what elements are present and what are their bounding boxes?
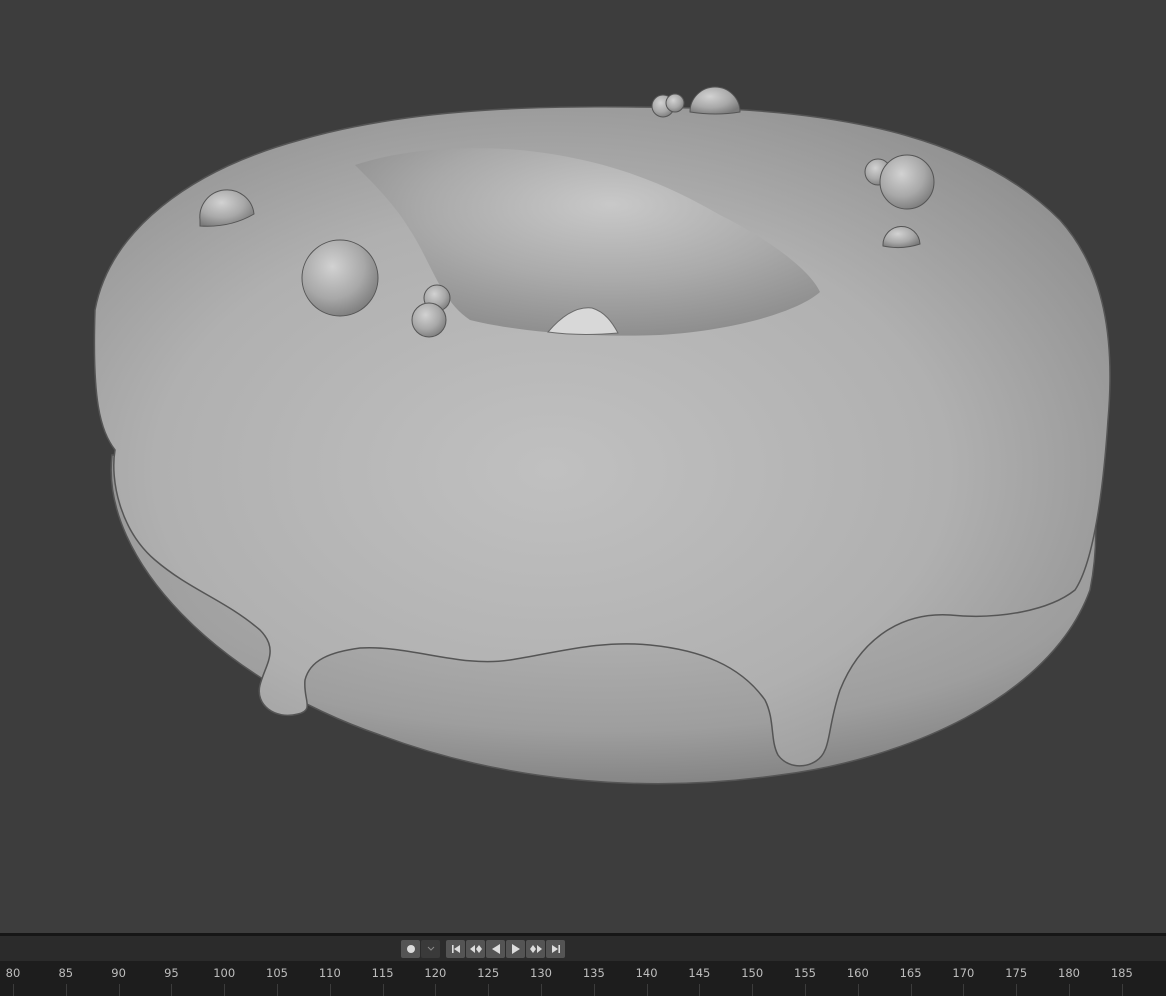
ruler-label: 155 — [794, 966, 816, 980]
ruler-tick — [488, 984, 490, 996]
ruler-tick — [224, 984, 226, 996]
ruler-tick — [805, 984, 806, 996]
ruler-label: 80 — [5, 966, 21, 980]
ruler-tick — [118, 984, 120, 996]
play-reverse-icon[interactable] — [486, 940, 505, 958]
ruler-tick — [857, 984, 859, 996]
ruler-label: 95 — [164, 966, 179, 980]
ruler-tick — [329, 984, 331, 996]
ruler-tick — [752, 984, 754, 996]
ruler-label: 170 — [952, 966, 975, 980]
ruler-tick — [593, 984, 595, 996]
donut-model[interactable] — [0, 0, 1166, 933]
ruler-label: 165 — [899, 966, 922, 980]
ruler-tick — [646, 984, 648, 996]
ruler-tick — [1069, 984, 1070, 996]
ruler-label: 160 — [846, 966, 869, 980]
play-icon[interactable] — [506, 940, 525, 958]
ruler-label: 135 — [582, 966, 605, 980]
ruler-tick — [1016, 984, 1018, 996]
ruler-label: 185 — [1110, 966, 1133, 980]
ruler-label: 130 — [530, 966, 552, 980]
ruler-tick — [277, 984, 278, 996]
ruler-tick — [171, 984, 173, 996]
ruler-label: 140 — [635, 966, 658, 980]
jump-to-keyframe-prev-icon[interactable] — [466, 940, 485, 958]
ruler-label: 110 — [318, 966, 341, 980]
ruler-tick — [910, 984, 912, 996]
chevron-down-icon[interactable] — [421, 940, 440, 958]
ruler-label: 115 — [371, 966, 394, 980]
jump-to-keyframe-next-icon[interactable] — [526, 940, 545, 958]
timeline-header — [0, 936, 1166, 961]
ruler-tick — [1121, 984, 1123, 996]
ruler-label: 145 — [688, 966, 711, 980]
ruler-label: 125 — [477, 966, 500, 980]
ruler-label: 150 — [741, 966, 764, 980]
ruler-label: 100 — [213, 966, 236, 980]
ruler-label: 120 — [424, 966, 447, 980]
ruler-tick — [382, 984, 384, 996]
ruler-label: 180 — [1058, 966, 1080, 980]
ruler-tick — [541, 984, 542, 996]
jump-to-start-icon[interactable] — [446, 940, 465, 958]
ruler-tick — [65, 984, 67, 996]
ruler-label: 85 — [58, 966, 74, 980]
ruler-tick — [13, 984, 14, 996]
ruler-tick — [699, 984, 701, 996]
ruler-label: 175 — [1005, 966, 1028, 980]
jump-to-end-icon[interactable] — [546, 940, 565, 958]
3d-viewport[interactable] — [0, 0, 1166, 933]
record-icon[interactable] — [401, 940, 420, 958]
ruler-tick — [963, 984, 965, 996]
ruler-label: 105 — [266, 966, 288, 980]
ruler-tick — [435, 984, 437, 996]
ruler-label: 90 — [111, 966, 126, 980]
timeline-ruler[interactable]: 80 85 90 95 100 105 110 115 120 125 130 135 140 145 15… — [0, 961, 1166, 996]
